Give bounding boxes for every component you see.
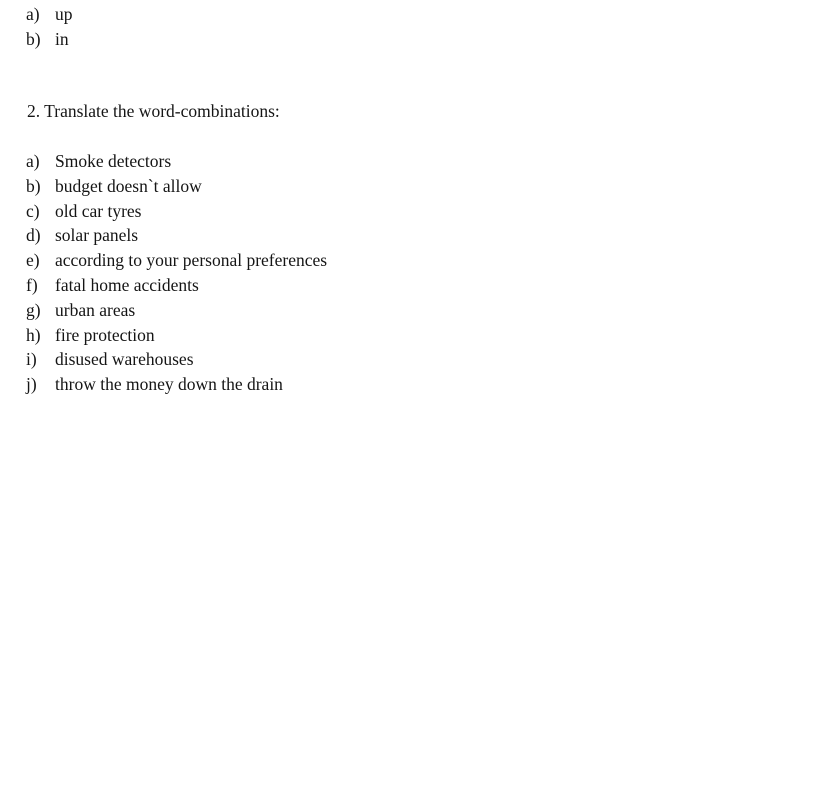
list-item-text: fatal home accidents <box>55 274 199 295</box>
list-item-text: Smoke detectors <box>55 151 172 171</box>
list-item: b) budget doesn`t allow <box>26 174 327 199</box>
word-combinations-list: a) Smoke detectors b) budget doesn`t all… <box>26 149 327 397</box>
list-item-marker: d) <box>26 225 41 246</box>
list-item-text: urban areas <box>55 299 136 320</box>
list-item: b) in <box>26 27 73 52</box>
list-item-text: solar panels <box>55 225 139 246</box>
list-item: i) disused warehouses <box>26 347 327 372</box>
list-item-marker: a) <box>26 151 40 171</box>
list-item-marker: c) <box>26 200 40 221</box>
list-item: c) old car tyres <box>26 199 327 224</box>
list-item-text: throw the money down the drain <box>55 374 283 395</box>
list-item-marker: b) <box>26 29 41 49</box>
list-item: j) throw the money down the drain <box>26 372 327 397</box>
exercise-heading: 2. Translate the word-combinations: <box>27 101 280 121</box>
list-item-text: in <box>55 29 69 49</box>
list-item-text: fire protection <box>55 324 155 345</box>
list-item-marker: i) <box>26 349 37 370</box>
answer-options-list: a) up b) in <box>26 2 73 52</box>
list-item: e) according to your personal preference… <box>26 248 327 273</box>
list-item-text: up <box>55 4 73 24</box>
list-item-marker: g) <box>26 299 41 320</box>
list-item-marker: h) <box>26 324 41 345</box>
list-item-marker: j) <box>26 374 37 395</box>
list-item-marker: e) <box>26 250 40 271</box>
list-item-text: budget doesn`t allow <box>55 175 202 196</box>
list-item-text: old car tyres <box>55 200 142 221</box>
document-page: a) up b) in 2. Translate the word-combin… <box>0 0 816 803</box>
list-item: g) urban areas <box>26 298 327 323</box>
list-item: f) fatal home accidents <box>26 273 327 298</box>
list-item-text: according to your personal preferences <box>55 250 328 271</box>
list-item: a) Smoke detectors <box>26 149 327 174</box>
list-item: d) solar panels <box>26 223 327 248</box>
list-item: h) fire protection <box>26 323 327 348</box>
list-item-text: disused warehouses <box>55 349 194 370</box>
list-item: a) up <box>26 2 73 27</box>
list-item-marker: a) <box>26 4 40 24</box>
list-item-marker: f) <box>26 274 38 295</box>
list-item-marker: b) <box>26 175 41 196</box>
